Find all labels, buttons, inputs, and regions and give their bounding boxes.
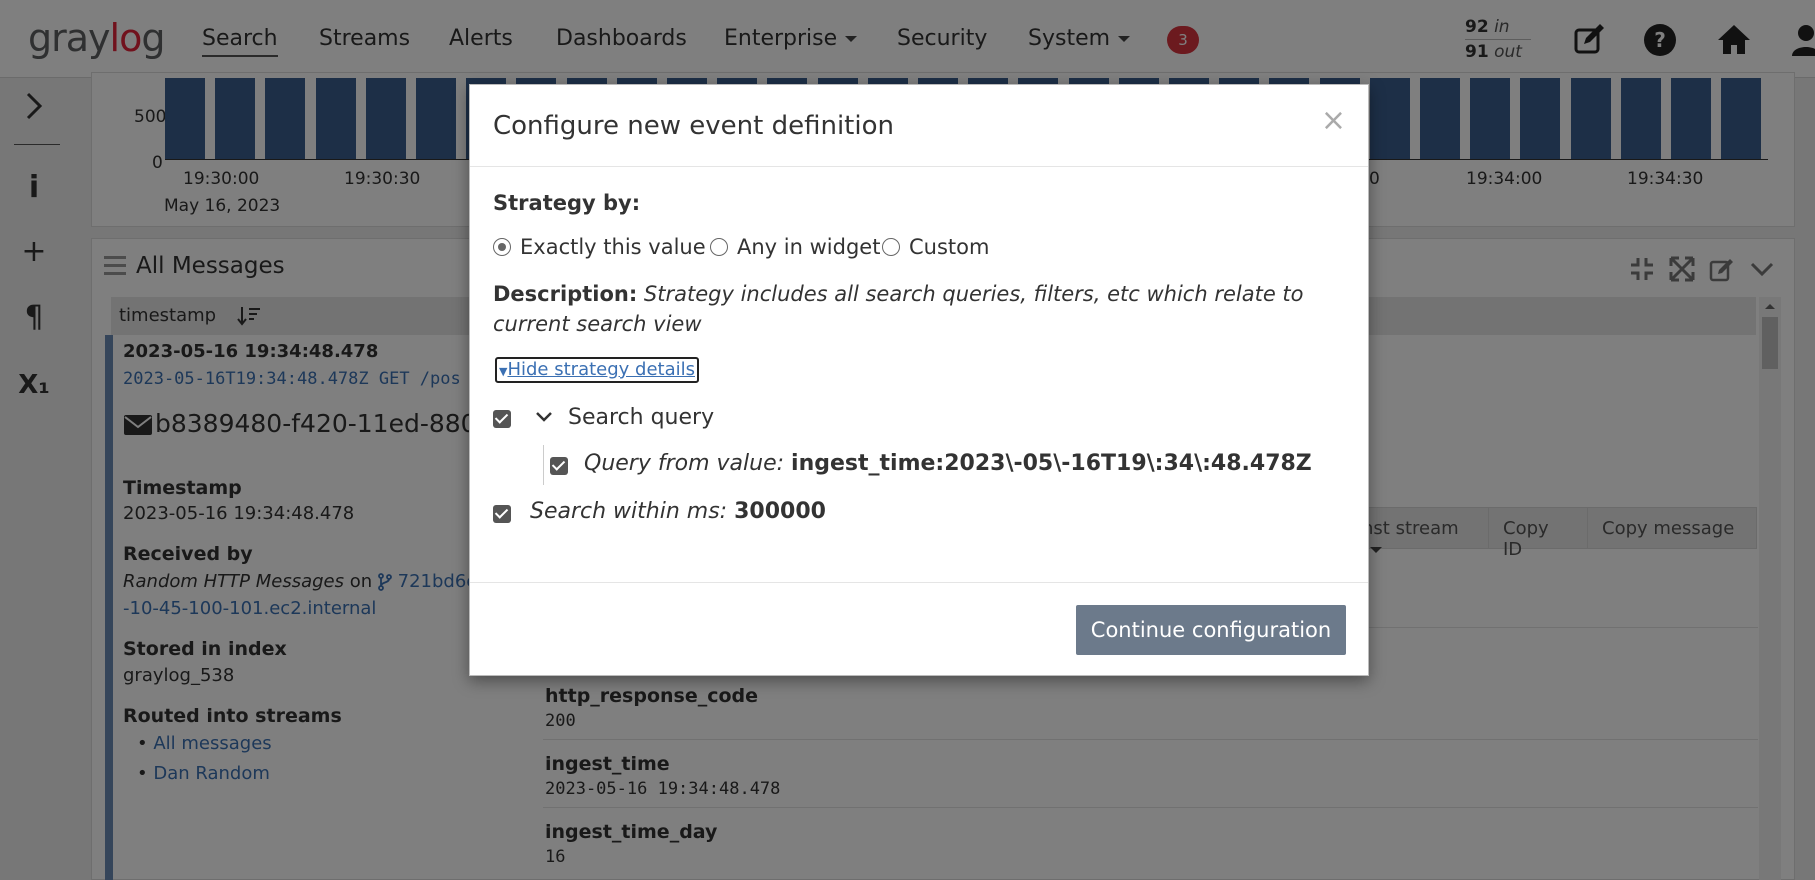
radio-label: Any in widget xyxy=(737,235,881,259)
search-within-checkbox[interactable] xyxy=(493,505,511,523)
strategy-label: Strategy by: xyxy=(493,191,641,215)
strategy-radio-group: Exactly this value Any in widget Custom xyxy=(493,235,1348,265)
radio-unchecked-icon xyxy=(882,238,900,256)
query-from-value-row: Query from value: ingest_time:2023\-05\-… xyxy=(543,445,1343,485)
description-label: Description: xyxy=(493,282,638,306)
within-prefix: Search within ms: xyxy=(530,499,728,524)
search-query-label: Search query xyxy=(568,405,715,430)
close-icon[interactable]: × xyxy=(1321,103,1346,138)
radio-any-in-widget[interactable]: Any in widget xyxy=(710,235,880,259)
within-value: 300000 xyxy=(734,499,826,524)
radio-label: Exactly this value xyxy=(520,235,706,259)
modal-footer: Continue configuration xyxy=(470,582,1368,676)
hide-strategy-details-link[interactable]: ▼Hide strategy details xyxy=(495,357,699,383)
configure-event-definition-modal: Configure new event definition × Strateg… xyxy=(469,84,1369,676)
search-query-checkbox[interactable] xyxy=(493,410,511,428)
query-from-value-checkbox[interactable] xyxy=(550,457,568,475)
radio-unchecked-icon xyxy=(710,238,728,256)
query-from-value-text: Query from value: ingest_time:2023\-05\-… xyxy=(584,451,1312,476)
search-within-row: Search within ms: 300000 xyxy=(493,499,1348,529)
chevron-down-icon[interactable] xyxy=(535,410,553,424)
search-query-row: Search query xyxy=(493,405,1348,435)
query-value: ingest_time:2023\-05\-16T19\:34\:48.478Z xyxy=(791,451,1312,476)
radio-custom[interactable]: Custom xyxy=(882,235,989,259)
radio-checked-icon xyxy=(493,238,511,256)
query-prefix: Query from value: xyxy=(584,451,785,476)
search-within-text: Search within ms: 300000 xyxy=(530,499,826,524)
continue-configuration-button[interactable]: Continue configuration xyxy=(1076,605,1346,655)
strategy-description: Description: Strategy includes all searc… xyxy=(493,279,1323,339)
radio-exactly-this-value[interactable]: Exactly this value xyxy=(493,235,706,259)
toggle-link-label: Hide strategy details xyxy=(507,359,695,380)
modal-title: Configure new event definition xyxy=(493,111,894,141)
modal-header: Configure new event definition × xyxy=(470,85,1368,167)
radio-label: Custom xyxy=(909,235,990,259)
